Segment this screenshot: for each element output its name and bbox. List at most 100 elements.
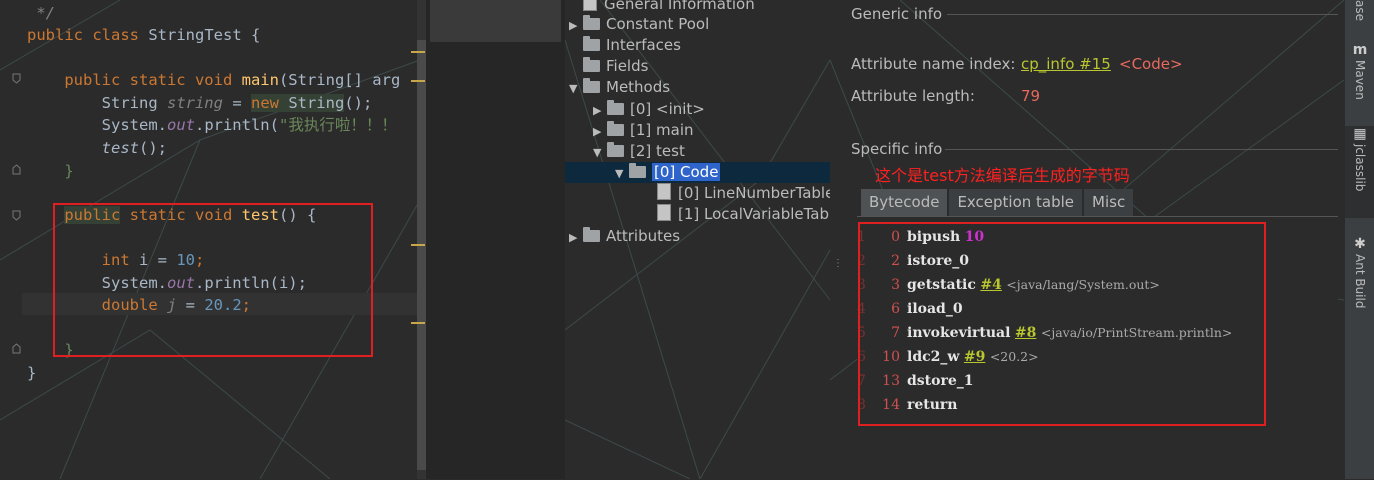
expand-arrow-icon[interactable]: ▶	[593, 121, 607, 142]
tree-label: General Information	[604, 0, 755, 13]
bytecode-tabs[interactable]: Bytecode Exception table Misc	[861, 189, 1135, 216]
jclasslib-icon: ▦	[1353, 126, 1367, 142]
tree-label: Interfaces	[606, 36, 681, 54]
tree-node-local-variable-table[interactable]: [1] LocalVariableTable	[643, 204, 830, 225]
editor-scrollbar[interactable]	[417, 0, 426, 479]
section-divider	[947, 14, 1338, 15]
minimap-viewport[interactable]	[430, 0, 561, 42]
expand-arrow-icon[interactable]: ▶	[593, 100, 607, 121]
tree-node-method-main[interactable]: ▶ [1] main	[593, 120, 694, 141]
collapse-arrow-icon[interactable]: ▼	[615, 163, 629, 184]
tree-node-interfaces[interactable]: Interfaces	[569, 35, 681, 56]
code-token: */	[27, 4, 55, 22]
code-line[interactable]: public static void main(String[] arg	[27, 69, 400, 91]
expand-arrow-icon[interactable]: ▶	[569, 227, 583, 248]
side-button-jclasslib[interactable]: ▦ jclasslib	[1345, 126, 1374, 218]
code-editor[interactable]: */ public class StringTest { public stati…	[0, 0, 565, 479]
specific-info-title: Specific info	[851, 140, 943, 158]
side-button-maven[interactable]: m Maven	[1345, 42, 1374, 114]
tree-label: [1] LocalVariableTable	[678, 205, 830, 223]
expand-arrow-icon[interactable]: ▶	[569, 15, 583, 36]
side-button-database[interactable]: ase	[1345, 0, 1374, 22]
tree-node-line-number-table[interactable]: [0] LineNumberTable	[643, 183, 830, 204]
side-button-ant-build[interactable]: ✱ Ant Build	[1345, 236, 1374, 320]
attribute-name-index-label: Attribute name index:	[851, 55, 1016, 73]
code-line[interactable]: public class StringTest {	[27, 24, 260, 46]
highlight-box-bytecode	[858, 222, 1266, 426]
code-token: ();	[344, 94, 373, 112]
code-line[interactable]: String string = new String();	[27, 92, 372, 114]
right-tool-window-bar: ase m Maven ▦ jclasslib ✱ Ant Build	[1344, 0, 1374, 479]
folder-icon	[583, 15, 600, 30]
cp-info-link[interactable]: cp_info #15	[1021, 55, 1111, 73]
file-icon	[657, 204, 671, 221]
tree-node-method-test[interactable]: ▼ [2] test	[593, 141, 685, 162]
code-line[interactable]: */	[27, 2, 55, 24]
folder-icon	[607, 100, 624, 115]
code-token: =	[222, 94, 251, 112]
code-token: }	[27, 364, 37, 382]
maven-icon: m	[1352, 42, 1368, 58]
code-token: .println(	[194, 116, 279, 134]
scroll-marker[interactable]	[411, 51, 425, 53]
section-divider	[945, 149, 1338, 150]
tree-node-attributes[interactable]: ▶ Attributes	[569, 226, 680, 247]
code-minimap[interactable]	[426, 0, 565, 479]
tree-label: Fields	[606, 57, 649, 75]
tree-node-fields[interactable]: Fields	[569, 56, 648, 77]
tree-label: [2] test	[630, 142, 685, 160]
tree-label: [0] LineNumberTable	[678, 184, 830, 202]
side-button-label: Ant Build	[1353, 254, 1367, 309]
tree-node-code[interactable]: ▼ [0] Code	[615, 162, 721, 184]
fold-icon[interactable]	[12, 73, 21, 84]
scroll-marker[interactable]	[411, 322, 425, 324]
fold-end-icon[interactable]	[12, 343, 21, 354]
tree-node-constant-pool[interactable]: ▶ Constant Pool	[569, 14, 709, 35]
code-token: test	[101, 139, 139, 157]
code-token: String	[27, 94, 167, 112]
code-token: "我执行啦！！！	[278, 116, 397, 134]
tree-label: Methods	[606, 78, 671, 96]
tree-node-method-init[interactable]: ▶ [0] <init>	[593, 99, 705, 120]
scroll-marker[interactable]	[411, 244, 425, 246]
tree-node-general-information[interactable]: General Information	[569, 0, 755, 15]
collapse-arrow-icon[interactable]: ▼	[593, 142, 607, 163]
code-line[interactable]: }	[27, 362, 36, 384]
scrollbar-thumb[interactable]	[417, 40, 426, 470]
folder-icon	[583, 57, 600, 72]
fold-icon[interactable]	[12, 210, 21, 221]
tab-exception-table[interactable]: Exception table	[949, 189, 1083, 216]
splitter-handle[interactable]: ⋮	[833, 258, 843, 269]
code-line[interactable]: System.out.println("我执行啦！！！	[27, 114, 397, 136]
folder-icon	[583, 78, 600, 93]
tree-label: [0] Code	[652, 163, 721, 181]
code-token: public class	[27, 26, 149, 44]
code-line[interactable]: }	[27, 160, 73, 182]
attribute-name-value: <Code>	[1119, 55, 1183, 73]
code-token: main	[241, 71, 279, 89]
folder-icon	[607, 121, 624, 136]
collapse-arrow-icon[interactable]: ▼	[569, 78, 583, 99]
attribute-length-value: 79	[1021, 87, 1041, 105]
tree-node-methods[interactable]: ▼ Methods	[569, 77, 670, 98]
folder-icon	[629, 163, 646, 178]
code-token: public static void	[27, 71, 242, 89]
class-structure-tree[interactable]: General Information ▶ Constant Pool Inter…	[565, 0, 830, 479]
fold-end-icon[interactable]	[12, 164, 21, 175]
code-token: string	[166, 94, 223, 112]
tab-bytecode[interactable]: Bytecode	[861, 189, 948, 216]
editor-gutter	[0, 0, 22, 479]
generic-info-title: Generic info	[851, 5, 943, 23]
code-token: String	[278, 94, 345, 112]
ant-icon: ✱	[1354, 236, 1366, 252]
tree-label: Attributes	[606, 227, 681, 245]
code-line[interactable]: test();	[27, 137, 167, 159]
code-token: new	[250, 94, 279, 112]
tab-misc[interactable]: Misc	[1084, 189, 1134, 216]
highlight-box-test-method	[53, 203, 373, 357]
side-button-label: ase	[1353, 0, 1367, 21]
scroll-marker[interactable]	[411, 80, 425, 82]
folder-icon	[583, 227, 600, 242]
code-token: StringTest {	[148, 26, 261, 44]
file-icon	[657, 183, 671, 200]
